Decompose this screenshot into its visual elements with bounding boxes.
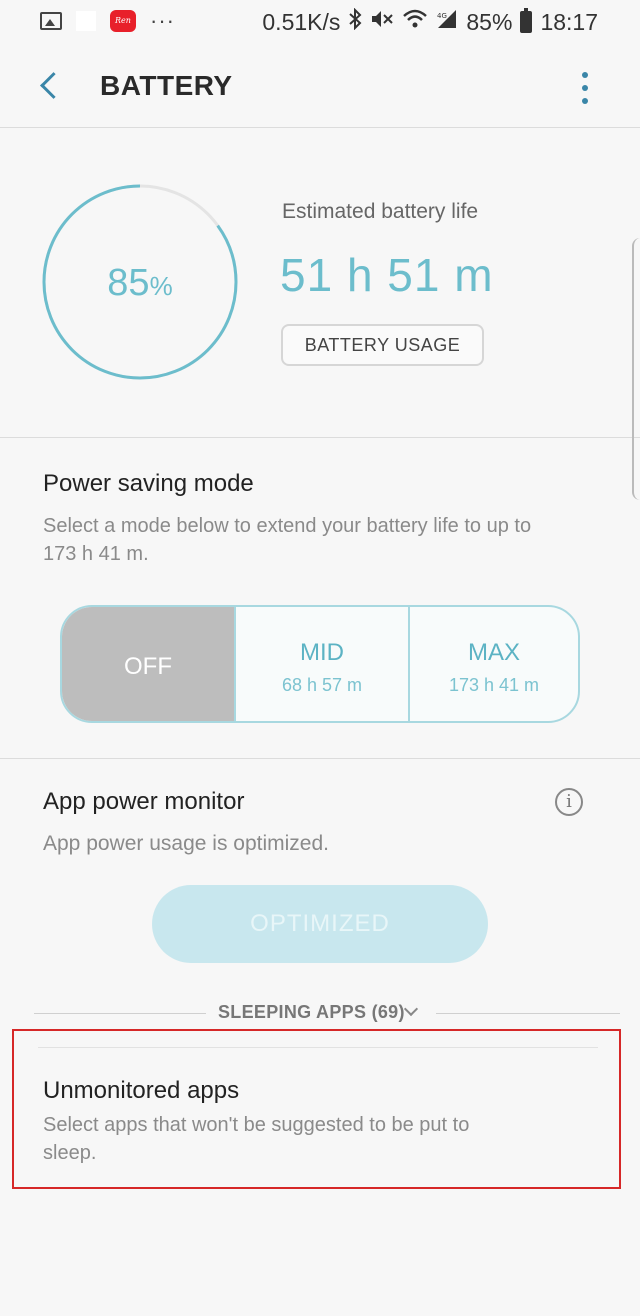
mode-mid-label: MID bbox=[300, 639, 344, 666]
status-bar: Ren ··· 0.51K/s 4G 85% 18:17 bbox=[0, 0, 640, 44]
unmonitored-apps-title: Unmonitored apps bbox=[43, 1077, 240, 1104]
power-mode-selector: OFF MID 68 h 57 m MAX 173 h 41 m bbox=[60, 605, 580, 723]
mode-max-button[interactable]: MAX 173 h 41 m bbox=[408, 607, 578, 721]
mode-max-label: MAX bbox=[467, 639, 520, 666]
optimized-button[interactable]: OPTIMIZED bbox=[152, 885, 488, 963]
wifi-icon bbox=[402, 8, 428, 36]
divider-line-left bbox=[34, 1013, 206, 1014]
battery-icon bbox=[520, 8, 533, 33]
battery-percentage: 85% bbox=[42, 262, 238, 305]
page-title: BATTERY bbox=[100, 70, 233, 101]
network-speed: 0.51K/s bbox=[262, 8, 341, 35]
status-left: Ren ··· bbox=[40, 10, 175, 32]
estimated-life-label: Estimated battery life bbox=[282, 200, 479, 223]
power-saving-description: Select a mode below to extend your batte… bbox=[43, 515, 532, 565]
status-right: 0.51K/s 4G 85% 18:17 bbox=[262, 7, 598, 36]
battery-percent-symbol: % bbox=[149, 271, 173, 301]
app-notification-icon: Ren bbox=[110, 10, 136, 32]
scroll-indicator bbox=[632, 238, 640, 500]
estimated-life-value: 51 h 51 m bbox=[280, 249, 494, 301]
signal-icon: 4G bbox=[436, 8, 458, 36]
power-saving-title: Power saving mode bbox=[43, 470, 254, 497]
divider-line-right bbox=[436, 1013, 620, 1014]
mode-off-label: OFF bbox=[124, 653, 172, 680]
bluetooth-icon bbox=[348, 7, 362, 36]
mode-max-time: 173 h 41 m bbox=[448, 675, 540, 695]
battery-summary: 85% Estimated battery life 51 h 51 m BAT… bbox=[0, 128, 640, 438]
battery-screen: Ren ··· 0.51K/s 4G 85% 18:17 BATTERY 85%… bbox=[0, 0, 640, 1316]
mode-off-button[interactable]: OFF bbox=[62, 607, 234, 721]
app-bar: BATTERY bbox=[0, 44, 640, 128]
battery-usage-button[interactable]: BATTERY USAGE bbox=[281, 324, 484, 366]
app-power-monitor-description: App power usage is optimized. bbox=[43, 832, 329, 855]
app-power-monitor-title: App power monitor bbox=[43, 788, 245, 815]
info-icon[interactable]: i bbox=[555, 788, 583, 816]
battery-percent-value: 85 bbox=[107, 262, 150, 304]
section-divider bbox=[0, 758, 640, 759]
unmonitored-apps-description: Select apps that won't be suggested to b… bbox=[43, 1114, 470, 1164]
sleeping-apps-toggle[interactable]: SLEEPING APPS (69) bbox=[34, 1000, 620, 1028]
mode-mid-time: 68 h 57 m bbox=[281, 675, 363, 695]
more-options-icon[interactable] bbox=[572, 68, 598, 108]
chevron-down-icon bbox=[403, 1001, 419, 1017]
clock: 18:17 bbox=[540, 8, 598, 35]
more-notifications-icon: ··· bbox=[150, 8, 175, 33]
unmonitored-apps-item[interactable]: Unmonitored apps Select apps that won't … bbox=[12, 1029, 621, 1189]
svg-text:4G: 4G bbox=[437, 12, 447, 20]
item-divider bbox=[38, 1047, 598, 1048]
gallery-icon bbox=[40, 12, 62, 30]
blank-notification-icon bbox=[76, 11, 96, 31]
back-arrow-icon[interactable] bbox=[32, 64, 72, 108]
mute-icon bbox=[370, 8, 394, 36]
battery-percent: 85% bbox=[466, 8, 513, 35]
mode-mid-button[interactable]: MID 68 h 57 m bbox=[234, 607, 408, 721]
sleeping-apps-label: SLEEPING APPS (69) bbox=[218, 1002, 405, 1022]
